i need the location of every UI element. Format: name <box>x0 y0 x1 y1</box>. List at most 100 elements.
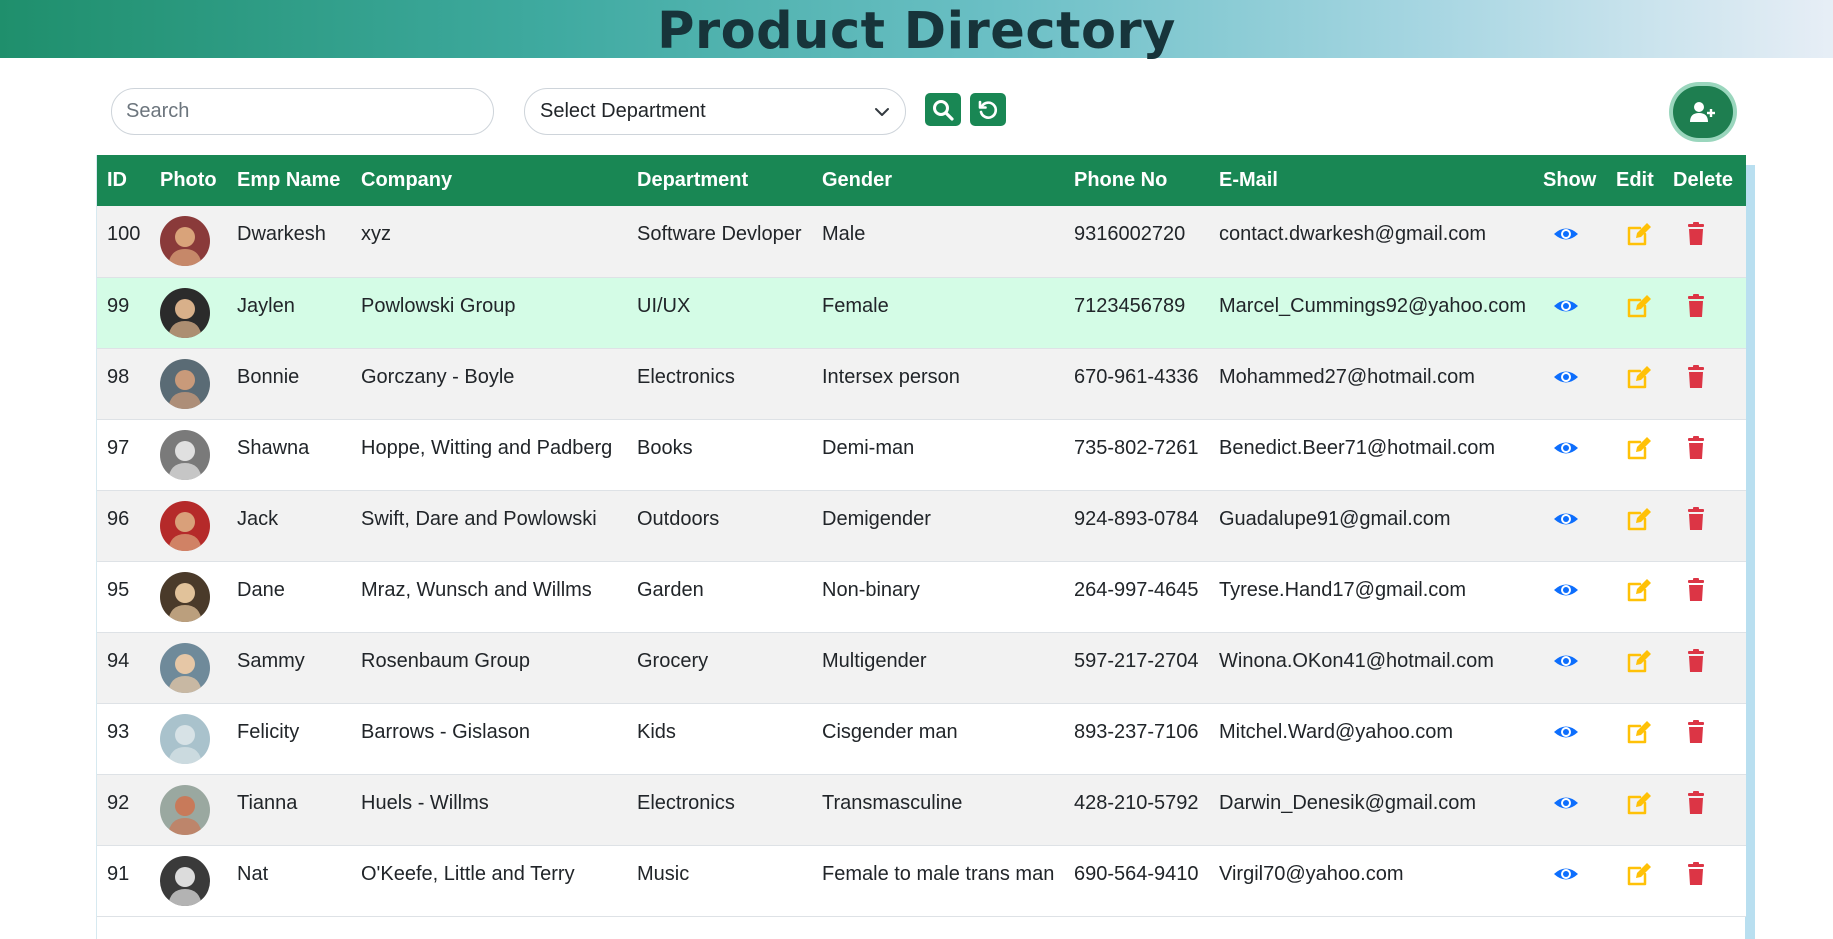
column-header-id[interactable]: ID <box>97 155 150 206</box>
delete-button[interactable] <box>1663 490 1746 562</box>
edit-button[interactable] <box>1606 277 1663 349</box>
trash-icon <box>1688 506 1704 530</box>
eye-icon <box>1554 726 1578 737</box>
column-header-photo[interactable]: Photo <box>150 155 227 206</box>
trash-icon <box>1688 577 1704 601</box>
cell-gender: Female <box>812 277 1064 349</box>
delete-button[interactable] <box>1663 703 1746 775</box>
cell-gender: Cisgender man <box>812 703 1064 775</box>
show-button[interactable] <box>1533 774 1606 846</box>
column-header-phone[interactable]: Phone No <box>1064 155 1209 206</box>
column-header-delete: Delete <box>1663 155 1746 206</box>
cell-department: Outdoors <box>627 490 812 562</box>
delete-button[interactable] <box>1663 845 1746 917</box>
cell-phone: 924-893-0784 <box>1064 490 1209 562</box>
search-button[interactable] <box>925 93 961 126</box>
show-button[interactable] <box>1533 206 1606 278</box>
table-row[interactable]: 96 Jack Swift, Dare and Powlowski Outdoors D… <box>97 490 1746 562</box>
cell-id: 96 <box>97 490 150 562</box>
table-row[interactable]: 97 Shawna Hoppe, Witting and Padberg Books D… <box>97 419 1746 491</box>
edit-icon <box>1627 791 1651 814</box>
cell-department: Kids <box>627 703 812 775</box>
cell-gender: Multigender <box>812 632 1064 704</box>
cell-id: 100 <box>97 206 150 278</box>
cell-department: Software Devloper <box>627 206 812 278</box>
cell-department: Books <box>627 419 812 491</box>
table-row[interactable]: 93 Felicity Barrows - Gislason Kids Cisgende… <box>97 703 1746 775</box>
cell-company: Rosenbaum Group <box>351 632 627 704</box>
column-header-department[interactable]: Department <box>627 155 812 206</box>
cell-company: Swift, Dare and Powlowski <box>351 490 627 562</box>
trash-icon <box>1688 719 1704 743</box>
table-row[interactable]: 98 Bonnie Gorczany - Boyle Electronics Inter… <box>97 348 1746 420</box>
avatar <box>160 287 210 338</box>
show-button[interactable] <box>1533 632 1606 704</box>
edit-button[interactable] <box>1606 632 1663 704</box>
delete-button[interactable] <box>1663 419 1746 491</box>
cell-email: Benedict.Beer71@hotmail.com <box>1209 419 1533 491</box>
edit-button[interactable] <box>1606 419 1663 491</box>
delete-button[interactable] <box>1663 632 1746 704</box>
delete-button[interactable] <box>1663 206 1746 278</box>
edit-button[interactable] <box>1606 845 1663 917</box>
reset-button[interactable] <box>970 93 1006 126</box>
table-row[interactable]: 99 Jaylen Powlowski Group UI/UX Female 712345… <box>97 277 1746 349</box>
refresh-icon <box>978 100 997 119</box>
department-select-value: Select Department <box>540 100 706 122</box>
show-button[interactable] <box>1533 490 1606 562</box>
chevron-down-icon <box>875 107 889 116</box>
edit-icon <box>1627 649 1651 672</box>
table-header-row: ID Photo Emp Name Company Department Gen… <box>97 155 1746 206</box>
cell-photo <box>150 845 227 917</box>
avatar <box>160 429 210 480</box>
show-button[interactable] <box>1533 703 1606 775</box>
cell-gender: Demi-man <box>812 419 1064 491</box>
cell-company: Hoppe, Witting and Padberg <box>351 419 627 491</box>
column-header-email[interactable]: E-Mail <box>1209 155 1533 206</box>
cell-email: Marcel_Cummings92@yahoo.com <box>1209 277 1533 349</box>
cell-gender: Demigender <box>812 490 1064 562</box>
cell-department: Grocery <box>627 632 812 704</box>
edit-button[interactable] <box>1606 774 1663 846</box>
edit-icon <box>1627 720 1651 743</box>
column-header-gender[interactable]: Gender <box>812 155 1064 206</box>
edit-button[interactable] <box>1606 703 1663 775</box>
show-button[interactable] <box>1533 348 1606 420</box>
cell-department: Electronics <box>627 348 812 420</box>
cell-company: xyz <box>351 206 627 278</box>
table-row[interactable]: 94 Sammy Rosenbaum Group Grocery Multigender… <box>97 632 1746 704</box>
edit-button[interactable] <box>1606 206 1663 278</box>
delete-button[interactable] <box>1663 561 1746 633</box>
show-button[interactable] <box>1533 419 1606 491</box>
column-header-edit: Edit <box>1606 155 1663 206</box>
cell-department: UI/UX <box>627 277 812 349</box>
edit-button[interactable] <box>1606 561 1663 633</box>
cell-photo <box>150 703 227 775</box>
add-user-button[interactable] <box>1673 86 1733 138</box>
column-header-emp-name[interactable]: Emp Name <box>227 155 351 206</box>
edit-icon <box>1627 223 1651 246</box>
column-header-company[interactable]: Company <box>351 155 627 206</box>
avatar <box>160 855 210 906</box>
department-select[interactable]: Select Department <box>524 88 906 135</box>
edit-button[interactable] <box>1606 490 1663 562</box>
cell-company: Gorczany - Boyle <box>351 348 627 420</box>
cell-gender: Transmasculine <box>812 774 1064 846</box>
delete-button[interactable] <box>1663 348 1746 420</box>
delete-button[interactable] <box>1663 774 1746 846</box>
table-row[interactable]: 95 Dane Mraz, Wunsch and Willms Garden Non-b… <box>97 561 1746 633</box>
show-button[interactable] <box>1533 561 1606 633</box>
cell-photo <box>150 419 227 491</box>
show-button[interactable] <box>1533 845 1606 917</box>
eye-icon <box>1554 300 1578 311</box>
delete-button[interactable] <box>1663 277 1746 349</box>
search-input[interactable] <box>111 88 494 135</box>
cell-id: 98 <box>97 348 150 420</box>
table-row[interactable]: 91 Nat O'Keefe, Little and Terry Music Femal… <box>97 845 1746 917</box>
cell-gender: Intersex person <box>812 348 1064 420</box>
show-button[interactable] <box>1533 277 1606 349</box>
trash-icon <box>1688 790 1704 814</box>
table-row[interactable]: 100 Dwarkesh xyz Software Devloper Male 93160… <box>97 206 1746 278</box>
edit-button[interactable] <box>1606 348 1663 420</box>
table-row[interactable]: 92 Tianna Huels - Willms Electronics Transma… <box>97 774 1746 846</box>
